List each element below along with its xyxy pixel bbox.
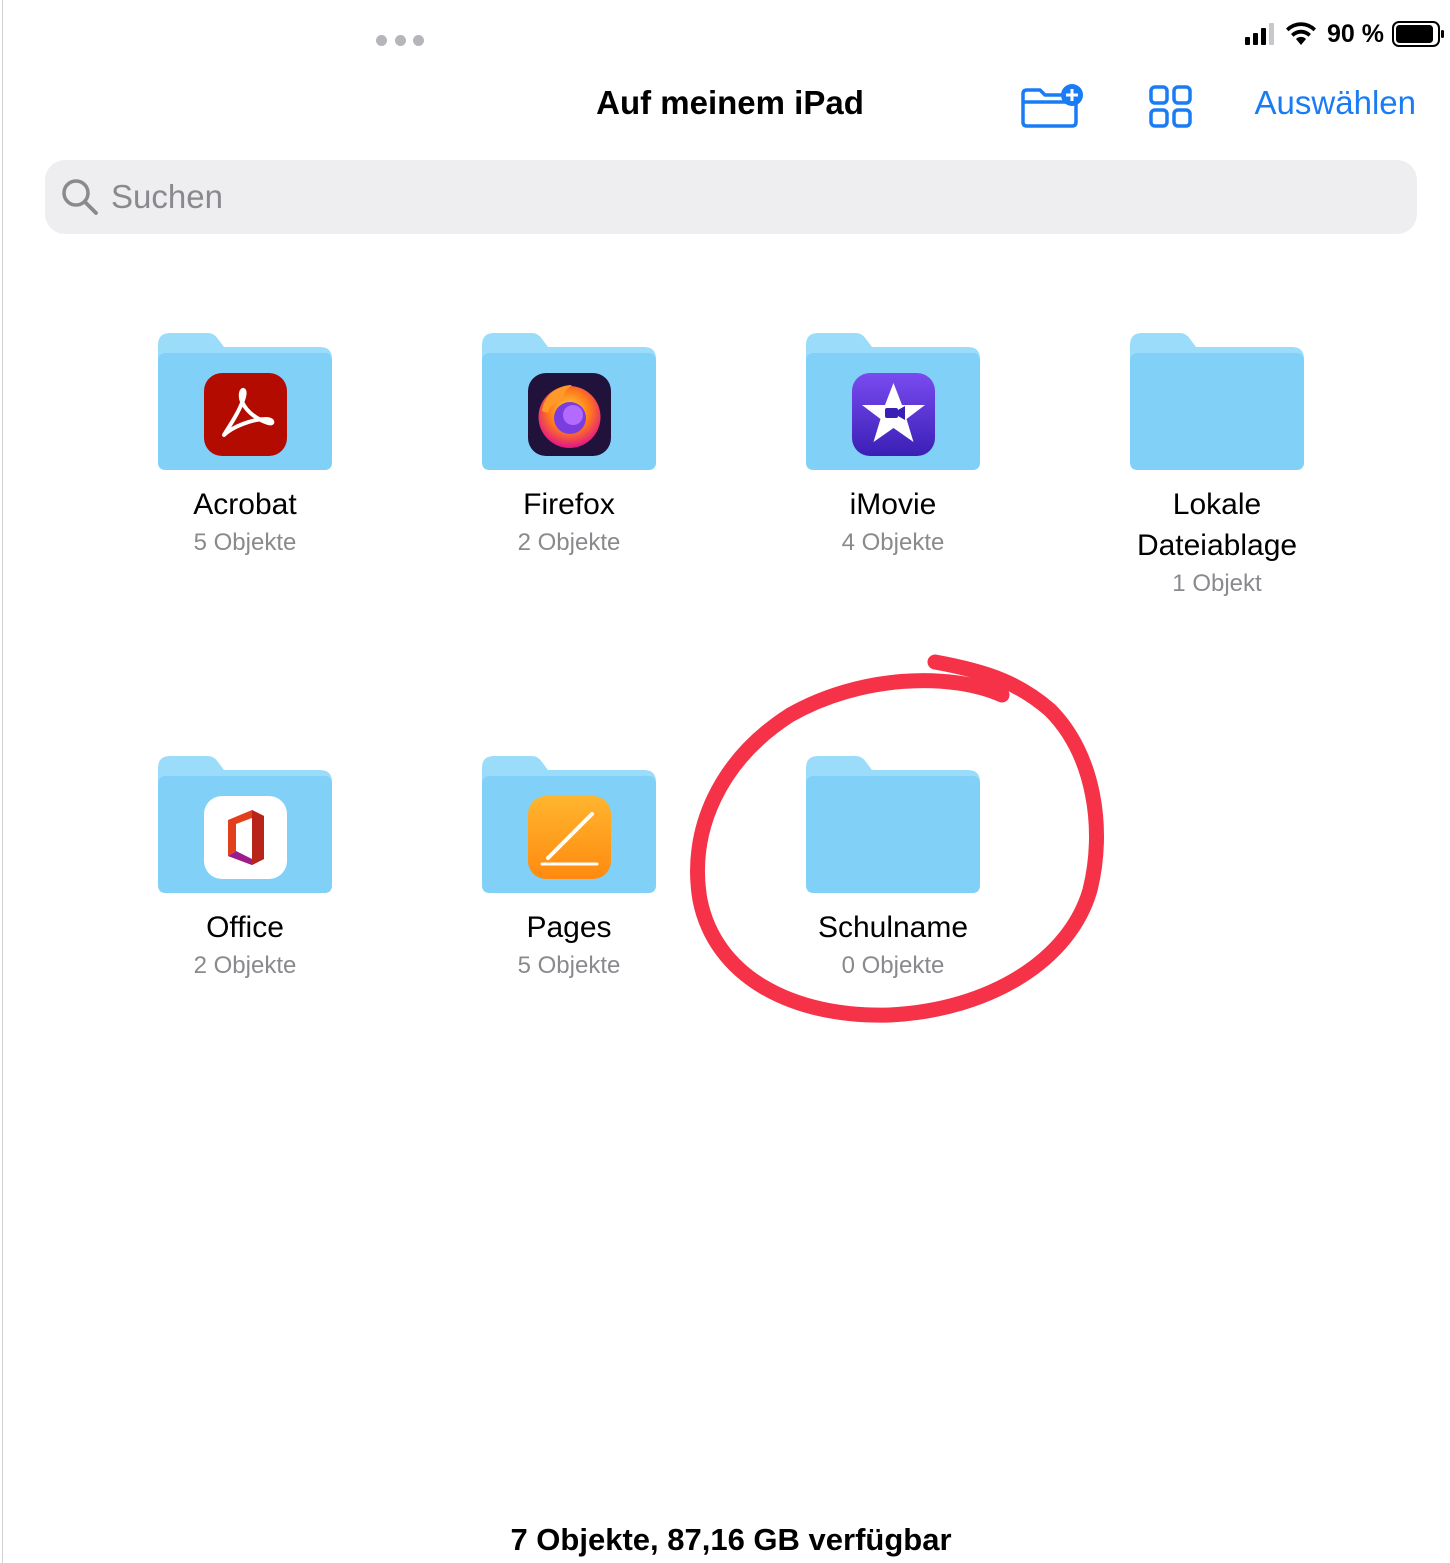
pages-icon [528,796,611,879]
folder-name: Schulname [817,911,969,944]
folder-item-count: 2 Objekte [517,529,621,556]
acrobat-icon [204,373,287,456]
select-button[interactable]: Auswählen [1255,84,1416,122]
new-folder-button[interactable] [1020,84,1086,135]
folder-plus-icon [1021,84,1083,128]
folder-name: Lokale Dateiablage [1136,488,1298,562]
folder-acrobat[interactable]: Acrobat 5 Objekte [105,333,385,559]
folder-item-count: 2 Objekte [193,952,297,979]
folder-schulname[interactable]: Schulname 0 Objekte [753,756,1033,982]
folder-imovie[interactable]: iMovie 4 Objekte [753,333,1033,559]
firefox-icon [528,373,611,456]
folder-name: iMovie [849,488,937,521]
page-title: Auf meinem iPad [596,84,864,121]
folder-icon [158,756,332,893]
storage-summary: 7 Objekte, 87,16 GB verfügbar [510,1522,952,1557]
battery-icon [1392,21,1444,47]
wifi-icon [1286,22,1317,45]
folder-item-count: 5 Objekte [193,529,297,556]
folder-name: Office [206,911,284,944]
folder-item-count: 0 Objekte [841,952,945,979]
folder-name: Firefox [523,488,615,521]
folder-item-count: 5 Objekte [517,952,621,979]
folder-name: Pages [526,911,612,944]
folder-icon [158,333,332,470]
battery-percentage: 90 % [1327,19,1384,48]
folder-icon [806,756,980,893]
folder-icon [482,756,656,893]
files-app-screen: 90 % Auf meinem iPad Auswählen Suchen Ac… [0,0,1450,1563]
grid-icon [1149,85,1192,128]
folder-pages[interactable]: Pages 5 Objekte [429,756,709,982]
cellular-signal-icon [1245,23,1275,45]
search-bar[interactable] [45,160,1417,234]
folder-firefox[interactable]: Firefox 2 Objekte [429,333,709,559]
folder-office[interactable]: Office 2 Objekte [105,756,385,982]
folder-icon [1130,333,1304,470]
imovie-icon [852,373,935,456]
folder-name: Acrobat [193,488,297,521]
search-input[interactable] [109,177,1313,217]
folder-icon [806,333,980,470]
status-bar: 90 % [1245,18,1446,50]
folder-icon [482,333,656,470]
folder-item-count: 4 Objekte [841,529,945,556]
multitasking-menu-handle[interactable] [376,34,424,46]
grid-view-button[interactable] [1148,84,1194,135]
folder-item-count: 1 Objekt [1172,570,1262,597]
search-icon [62,179,98,215]
folder-lokale-dateiablage[interactable]: Lokale Dateiablage 1 Objekt [1077,333,1357,600]
split-view-divider [2,0,3,1563]
office-icon [204,796,287,879]
